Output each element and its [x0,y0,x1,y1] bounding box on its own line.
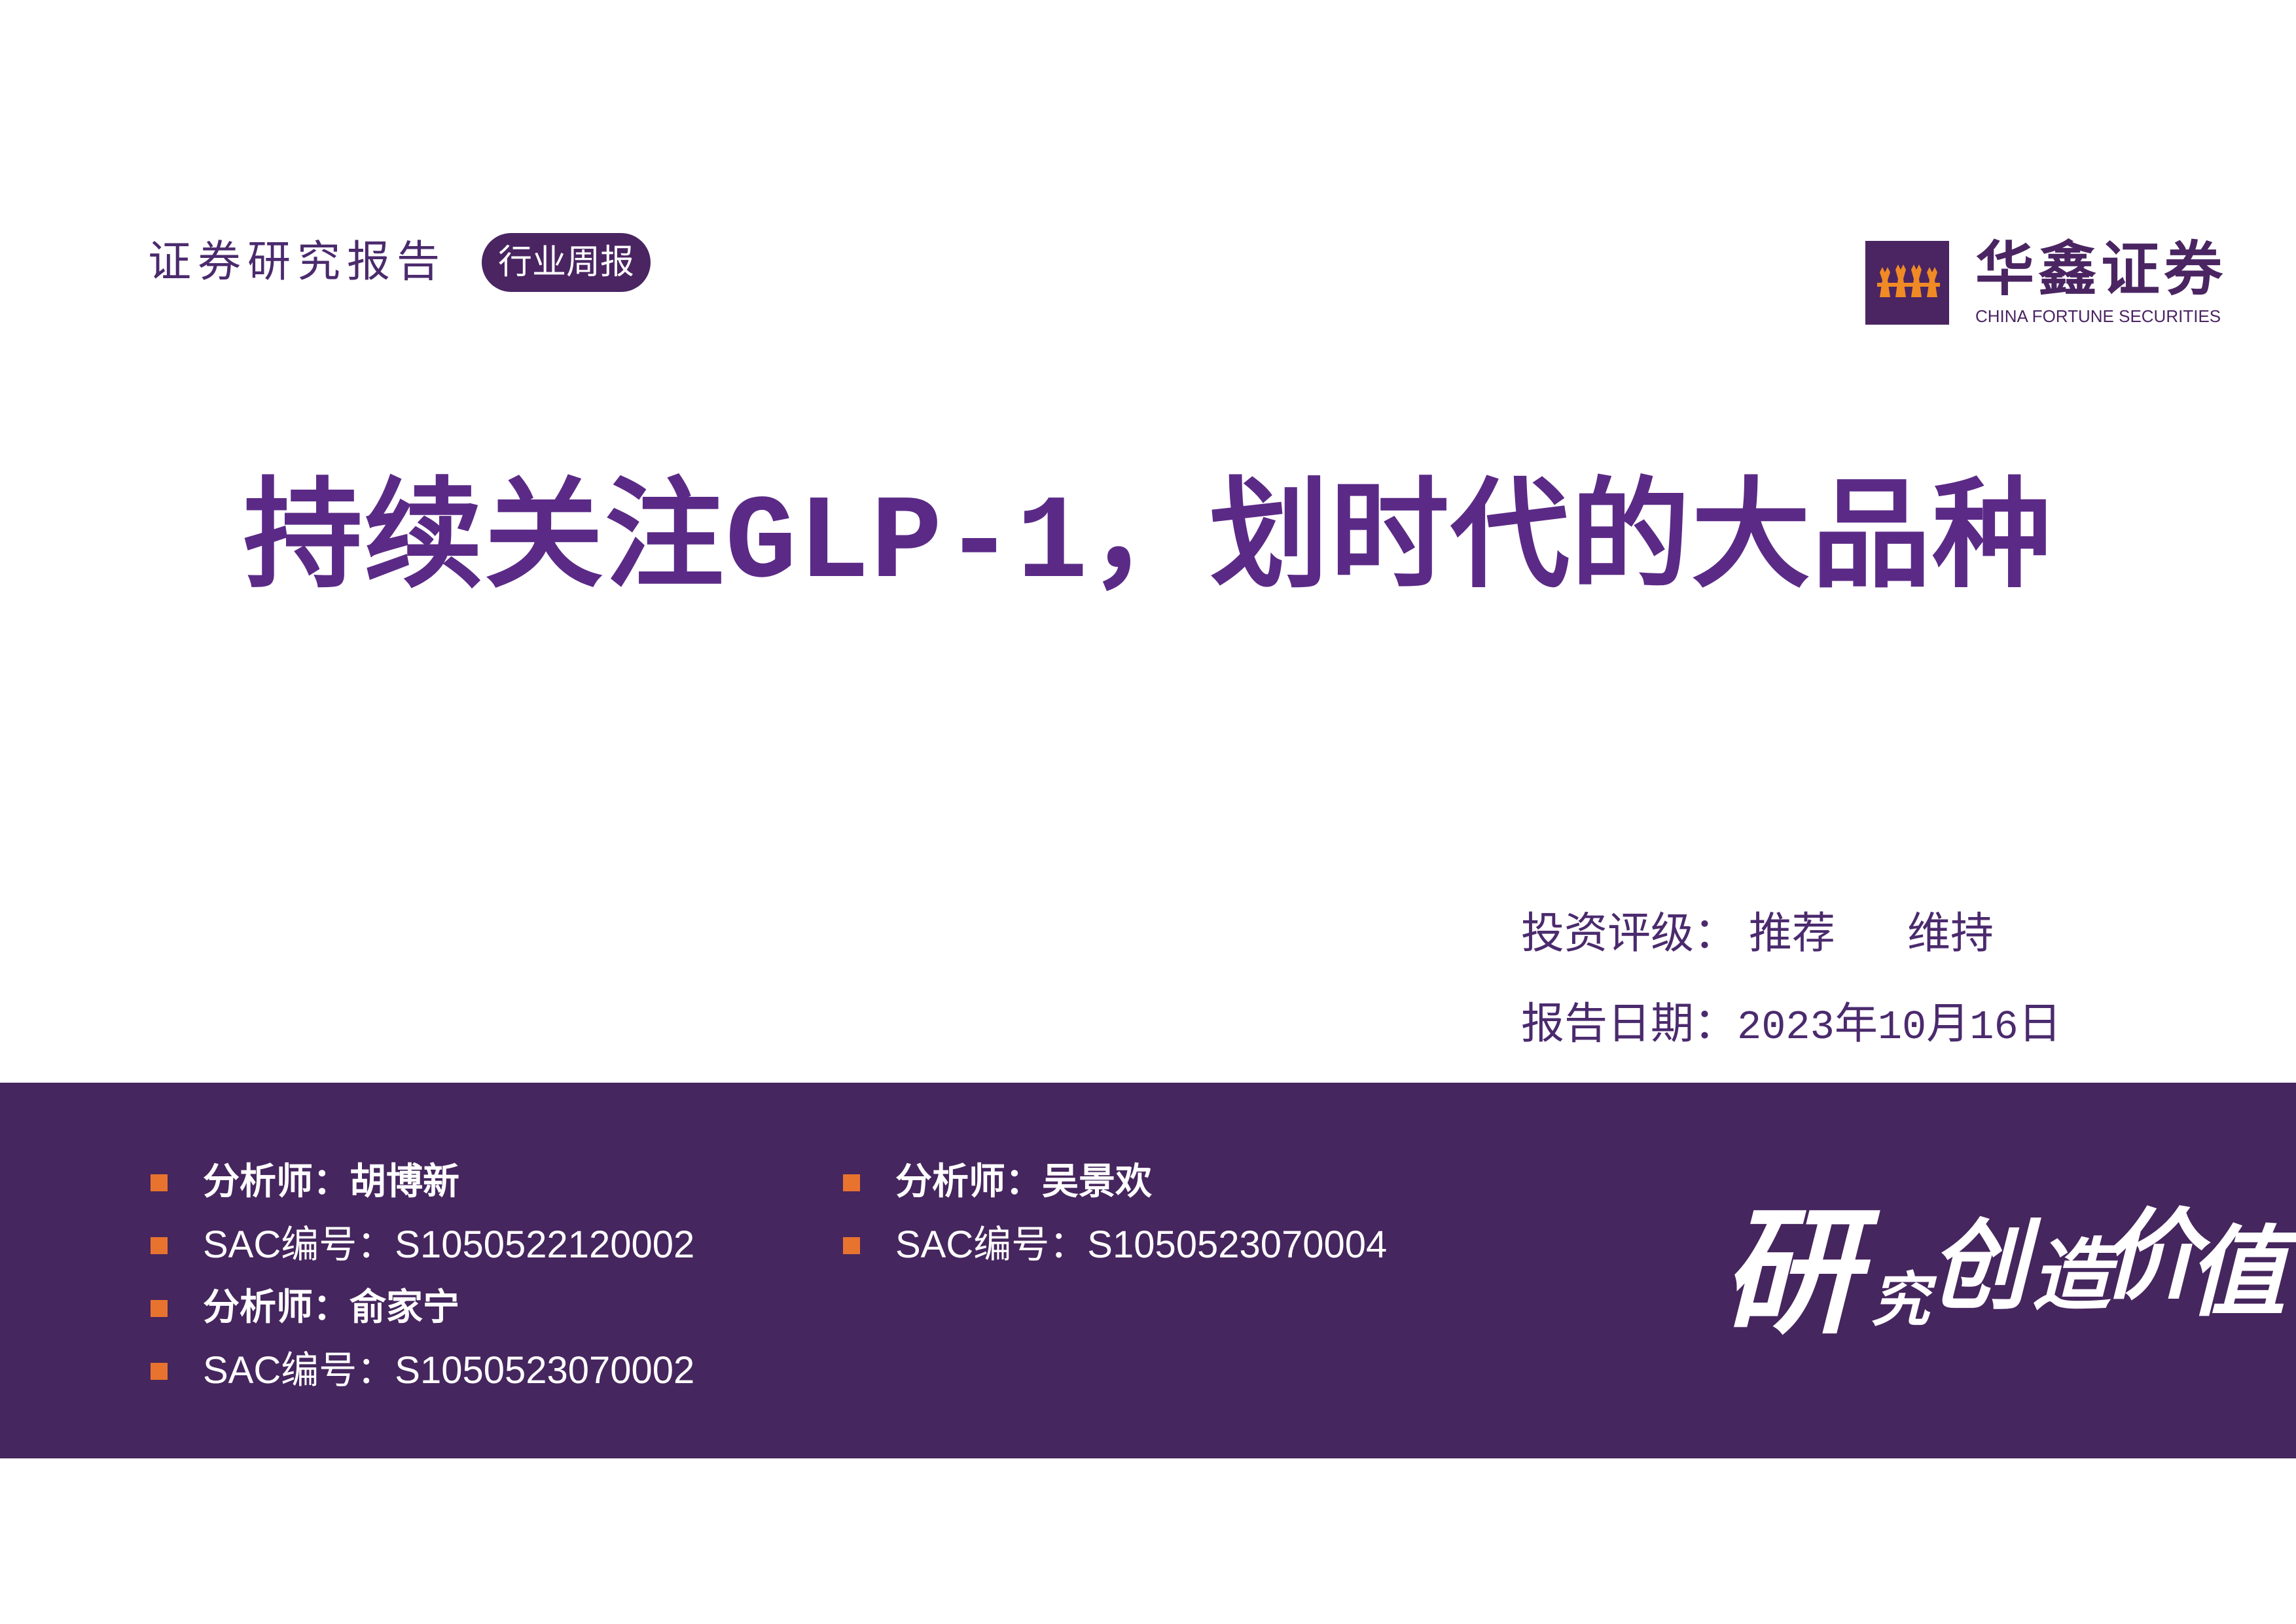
date-month-unit: 月 [1926,998,1970,1049]
slogan-char: 究 [1871,1265,1929,1335]
slogan-char: 造 [2032,1229,2110,1322]
orange-square-bullet-icon [151,1363,168,1380]
company-logo: 华鑫证券 CHINA FORTUNE SECURITIES [1865,237,2232,329]
report-type-badge: 行业周报 [482,233,651,292]
rating-label: 投资评级： [1521,908,1737,958]
title-part-3: ，划时代的大品种 [1089,465,2053,604]
analyst-name-text: 分析师：胡博新 [203,1161,459,1203]
logo-name-chinese: 华鑫证券 [1975,235,2227,304]
analyst-band: 分析师：胡博新 SAC编号：S1050522120002 分析师：俞家宁 SAC… [0,1083,2296,1458]
date-day: 16 [1969,1004,2018,1051]
calligraphy-slogan: 研 究 创 造 价 值 [1721,1191,2286,1364]
investment-rating: 投资评级： 推荐 维持 [1521,907,1994,960]
analyst-name: 分析师：吴景欢 [840,1151,1387,1214]
date-label: 报告日期： [1521,998,1737,1049]
logo-name-english: CHINA FORTUNE SECURITIES [1975,306,2221,326]
analyst-name: 分析师：胡博新 [148,1151,694,1214]
orange-square-bullet-icon [843,1174,860,1191]
analyst-sac-text: SAC编号：S1050523070004 [895,1223,1388,1266]
analyst-column-right: 分析师：吴景欢 SAC编号：S1050523070004 [840,1151,1387,1276]
date-year: 2023 [1737,1004,1835,1051]
analyst-name: 分析师：俞家宁 [148,1276,694,1339]
date-day-unit: 日 [2018,998,2062,1049]
analyst-sac: SAC编号：S1050522120002 [148,1214,694,1276]
report-cover-page: 证券研究报告 行业周报 华鑫证券 CHINA FORTUNE SECURITIE… [0,0,2296,1624]
date-year-unit: 年 [1834,998,1878,1049]
analyst-name-text: 分析师：俞家宁 [203,1286,459,1329]
slogan-char: 价 [2101,1198,2200,1313]
slogan-char: 值 [2187,1215,2286,1330]
date-month: 10 [1877,1004,1927,1051]
report-date: 报告日期：2023年10月16日 [1521,998,2062,1054]
analyst-sac-text: SAC编号：S1050522120002 [203,1223,695,1266]
orange-square-bullet-icon [151,1237,168,1254]
report-category-label: 证券研究报告 [148,236,446,287]
analyst-name-text: 分析师：吴景欢 [895,1161,1152,1203]
title-part-2: GLP-1 [725,477,1090,612]
orange-square-bullet-icon [843,1237,860,1254]
title-part-1: 持续关注 [243,465,725,604]
slogan-char: 研 [1721,1191,1859,1353]
rating-value: 推荐 [1749,908,1835,958]
slogan-char: 创 [1929,1208,2028,1324]
analyst-sac: SAC编号：S1050523070002 [148,1339,694,1402]
analyst-sac: SAC编号：S1050523070004 [840,1214,1387,1276]
rating-change: 维持 [1907,908,1994,958]
flame-trident-icon [1865,241,1949,325]
analyst-column-left: 分析师：胡博新 SAC编号：S1050522120002 分析师：俞家宁 SAC… [148,1151,694,1402]
orange-square-bullet-icon [151,1300,168,1317]
analyst-sac-text: SAC编号：S1050523070002 [203,1349,695,1392]
report-title: 持续关注GLP-1，划时代的大品种 [0,466,2296,613]
orange-square-bullet-icon [151,1174,168,1191]
